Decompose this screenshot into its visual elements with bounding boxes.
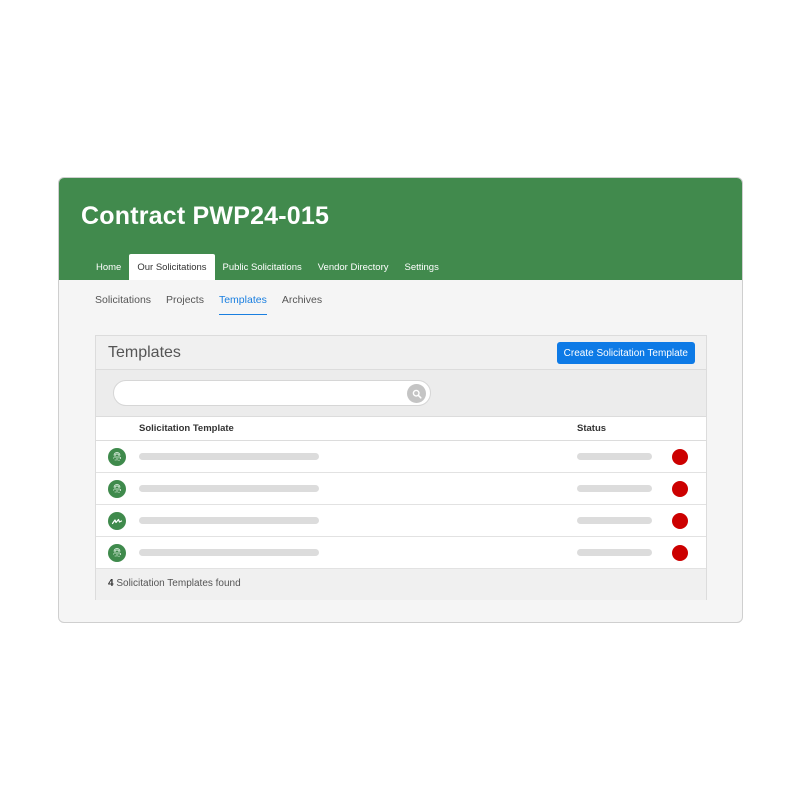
search-icon xyxy=(412,389,422,399)
template-name-placeholder xyxy=(139,517,319,524)
top-navigation: Home Our Solicitations Public Solicitati… xyxy=(88,254,447,280)
topnav-home[interactable]: Home xyxy=(88,254,129,280)
table-row[interactable] xyxy=(96,505,706,537)
table-row[interactable] xyxy=(96,441,706,473)
column-header-template[interactable]: Solicitation Template xyxy=(139,423,234,434)
status-placeholder xyxy=(577,453,652,460)
templates-panel: Templates Create Solicitation Template S… xyxy=(95,335,707,600)
tab-solicitations[interactable]: Solicitations xyxy=(95,294,151,315)
search-input[interactable] xyxy=(113,380,431,406)
app-window: Contract PWP24-015 Home Our Solicitation… xyxy=(58,177,743,623)
search-button[interactable] xyxy=(407,384,426,403)
create-solicitation-template-button[interactable]: Create Solicitation Template xyxy=(556,342,695,364)
template-name-placeholder xyxy=(139,453,319,460)
table-header: Solicitation Template Status xyxy=(96,417,706,441)
tab-projects[interactable]: Projects xyxy=(166,294,204,315)
status-placeholder xyxy=(577,549,652,556)
status-indicator xyxy=(672,545,688,561)
page-title: Contract PWP24-015 xyxy=(81,202,330,230)
column-header-status[interactable]: Status xyxy=(577,423,606,434)
results-label: Solicitation Templates found xyxy=(116,578,241,589)
topnav-public-solicitations[interactable]: Public Solicitations xyxy=(215,254,310,280)
template-name-placeholder xyxy=(139,549,319,556)
results-count: 4 xyxy=(108,578,114,589)
status-indicator xyxy=(672,449,688,465)
sub-navigation: Solicitations Projects Templates Archive… xyxy=(95,294,337,315)
panel-title: Templates xyxy=(108,344,181,361)
fingerprint-icon xyxy=(108,448,126,466)
topnav-our-solicitations[interactable]: Our Solicitations xyxy=(129,254,215,280)
topnav-vendor-directory[interactable]: Vendor Directory xyxy=(310,254,397,280)
table-row[interactable] xyxy=(96,473,706,505)
table-row[interactable] xyxy=(96,537,706,569)
status-placeholder xyxy=(577,485,652,492)
results-footer: 4 Solicitation Templates found xyxy=(96,569,706,600)
template-name-placeholder xyxy=(139,485,319,492)
status-indicator xyxy=(672,481,688,497)
status-indicator xyxy=(672,513,688,529)
status-placeholder xyxy=(577,517,652,524)
panel-header: Templates Create Solicitation Template xyxy=(96,336,706,370)
signature-icon xyxy=(108,512,126,530)
search-bar xyxy=(96,370,706,417)
fingerprint-icon xyxy=(108,544,126,562)
topnav-settings[interactable]: Settings xyxy=(397,254,447,280)
fingerprint-icon xyxy=(108,480,126,498)
header: Contract PWP24-015 Home Our Solicitation… xyxy=(59,178,742,280)
tab-templates[interactable]: Templates xyxy=(218,294,267,315)
tab-archives[interactable]: Archives xyxy=(282,294,322,315)
